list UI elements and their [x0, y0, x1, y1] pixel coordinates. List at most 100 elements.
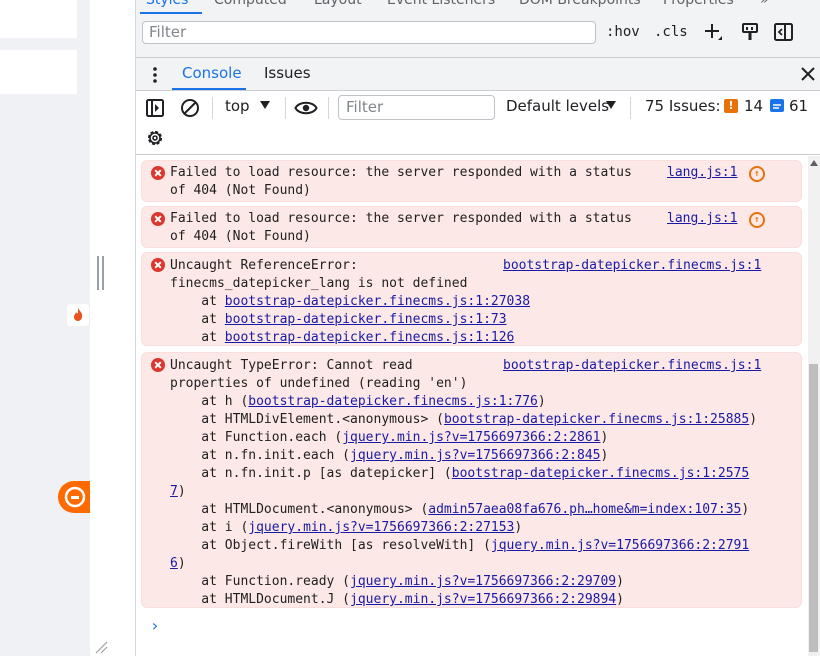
issues-count-label[interactable]: 75 Issues: [645, 97, 721, 115]
source-link[interactable]: bootstrap-datepicker.finecms.js:1 [503, 357, 761, 375]
pane-splitter-handle[interactable] [97, 256, 104, 290]
toolbar-divider [212, 97, 213, 119]
chevron-down-icon[interactable] [259, 100, 271, 110]
error-icon [151, 166, 165, 180]
chevron-down-icon[interactable] [605, 100, 617, 110]
warning-issues-icon[interactable]: ! [724, 99, 738, 113]
stack-frame-link[interactable]: admin57aea08fa676.ph…home&m=index:107:35 [428, 502, 741, 517]
fire-icon[interactable] [67, 304, 89, 326]
clear-console-icon[interactable] [179, 97, 201, 119]
page-background [0, 0, 90, 656]
aliwangwang-icon[interactable] [58, 481, 90, 513]
hover-state-toggle[interactable]: :hov [606, 24, 640, 40]
page-panel-top [0, 0, 77, 38]
source-link[interactable]: lang.js:1 [667, 210, 737, 228]
console-tab-indicator [172, 88, 246, 90]
error-icon [151, 212, 165, 226]
resize-grip-icon[interactable] [94, 640, 108, 654]
console-filter-input[interactable]: Filter [338, 95, 495, 120]
stack-frame: at i (jquery.min.js?v=1756697366:2:27153… [170, 520, 523, 535]
stack-frame-link[interactable]: jquery.min.js?v=1756697366:2:2861 [342, 430, 600, 445]
tab-console[interactable]: Console [182, 64, 242, 82]
error-text-line: properties of undefined (reading 'en') [170, 376, 468, 391]
tab-properties[interactable]: Properties [663, 0, 734, 8]
warning-issues-count[interactable]: 14 [744, 97, 763, 115]
toolbar-divider [285, 97, 286, 119]
page-gutter [90, 0, 136, 656]
tab-event-listeners[interactable]: Event Listeners [387, 0, 495, 8]
tab-issues[interactable]: Issues [264, 64, 311, 82]
stack-frame-link[interactable]: jquery.min.js?v=1756697366:2:27153 [248, 520, 514, 535]
more-options-icon[interactable] [148, 65, 162, 85]
tab-computed[interactable]: Computed [214, 0, 287, 8]
info-issues-count[interactable]: 61 [789, 97, 808, 115]
error-text-line: of 404 (Not Found) [170, 229, 311, 244]
stack-frame-link[interactable]: bootstrap-datepicker.finecms.js:1:126 [225, 330, 515, 345]
console-error-message: Failed to load resource: the server resp… [141, 206, 802, 248]
tab-dom-breakpoints[interactable]: DOM Breakpoints [519, 0, 641, 8]
toolbar-divider [630, 97, 631, 119]
stack-frame-link[interactable]: 6 [170, 556, 178, 571]
paint-brush-icon[interactable] [740, 22, 760, 42]
error-icon [151, 258, 165, 272]
toolbar-divider [328, 97, 329, 119]
source-link[interactable]: lang.js:1 [667, 164, 737, 182]
stack-frame: at Function.ready (jquery.min.js?v=17566… [170, 574, 624, 589]
tab-layout[interactable]: Layout [314, 0, 362, 8]
devtools-panel: Styles Computed Layout Event Listeners D… [136, 0, 820, 656]
console-error-message: Uncaught TypeError: Cannot read properti… [141, 352, 802, 608]
stack-frame-link[interactable]: bootstrap-datepicker.finecms.js:1:27038 [225, 294, 530, 309]
error-text-line: Failed to load resource: the server resp… [170, 211, 632, 226]
stack-frame: at bootstrap-datepicker.finecms.js:1:126 [170, 330, 515, 345]
network-request-icon[interactable]: ↑ [749, 166, 765, 182]
class-toggle[interactable]: .cls [654, 24, 688, 40]
stack-frame-link[interactable]: jquery.min.js?v=1756697366:2:845 [350, 448, 600, 463]
error-text-line: finecms_datepicker_lang is not defined [170, 276, 468, 291]
page-panel-second [0, 50, 77, 94]
stack-frame: at Function.each (jquery.min.js?v=175669… [170, 430, 609, 445]
stack-frame: at h (bootstrap-datepicker.finecms.js:1:… [170, 394, 546, 409]
tab-styles[interactable]: Styles [146, 0, 188, 8]
console-error-message: Uncaught ReferenceError: finecms_datepic… [141, 252, 802, 346]
scrollbar-thumb[interactable] [809, 364, 818, 652]
error-icon [151, 358, 165, 372]
stack-frame-link[interactable]: bootstrap-datepicker.finecms.js:1:25885 [444, 412, 749, 427]
gear-icon[interactable] [145, 128, 165, 148]
more-tabs-icon[interactable]: » [760, 0, 769, 8]
stack-frame-link[interactable]: jquery.min.js?v=1756697366:2:2791 [491, 538, 749, 553]
show-console-sidebar-icon[interactable] [145, 98, 165, 118]
stack-frame: at Object.fireWith [as resolveWith] (jqu… [170, 538, 750, 553]
log-levels-dropdown[interactable]: Default levels [506, 97, 609, 115]
console-error-message: Failed to load resource: the server resp… [141, 160, 802, 202]
context-selector[interactable]: top [225, 97, 250, 115]
console-prompt-chevron-icon[interactable]: › [150, 616, 160, 635]
scroll-up-arrow-icon[interactable] [810, 160, 818, 166]
stack-frame-link[interactable]: 7 [170, 484, 178, 499]
source-link[interactable]: bootstrap-datepicker.finecms.js:1 [503, 257, 761, 275]
drawer-tab-bar: Console Issues [136, 58, 820, 91]
stack-frame-link[interactable]: jquery.min.js?v=1756697366:2:29709 [350, 574, 616, 589]
stack-frame-link[interactable]: bootstrap-datepicker.finecms.js:1:776 [248, 394, 538, 409]
stack-frame: at HTMLDocument.J (jquery.min.js?v=17566… [170, 592, 624, 607]
error-text-line: of 404 (Not Found) [170, 183, 311, 198]
stack-frame: at bootstrap-datepicker.finecms.js:1:73 [170, 312, 507, 327]
stack-frame-link[interactable]: jquery.min.js?v=1756697366:2:29894 [350, 592, 616, 607]
stack-frame-link[interactable]: bootstrap-datepicker.finecms.js:1:73 [225, 312, 507, 327]
error-text-line: Uncaught TypeError: Cannot read [170, 358, 413, 373]
console-messages: Failed to load resource: the server resp… [136, 156, 808, 656]
stack-frame: 7) [170, 484, 186, 499]
live-expression-eye-icon[interactable] [294, 98, 318, 118]
stack-frame: 6) [170, 556, 186, 571]
stack-frame: at HTMLDocument.<anonymous> (admin57aea0… [170, 502, 750, 517]
stack-frame: at bootstrap-datepicker.finecms.js:1:270… [170, 294, 531, 309]
new-style-rule-icon[interactable] [702, 21, 724, 43]
styles-filter-input[interactable]: Filter [142, 21, 596, 44]
stack-frame-link[interactable]: bootstrap-datepicker.finecms.js:1:2575 [452, 466, 749, 481]
close-icon[interactable] [798, 64, 818, 84]
network-request-icon[interactable]: ↑ [749, 212, 765, 228]
toggle-sidebar-icon[interactable] [773, 21, 795, 43]
info-issues-icon[interactable] [770, 99, 784, 112]
screen: { "styles_pane": { "tabs": ["Styles", "C… [0, 0, 820, 656]
error-text-line: Uncaught ReferenceError: [170, 258, 358, 273]
styles-toolbar: Filter :hov .cls [136, 14, 820, 66]
